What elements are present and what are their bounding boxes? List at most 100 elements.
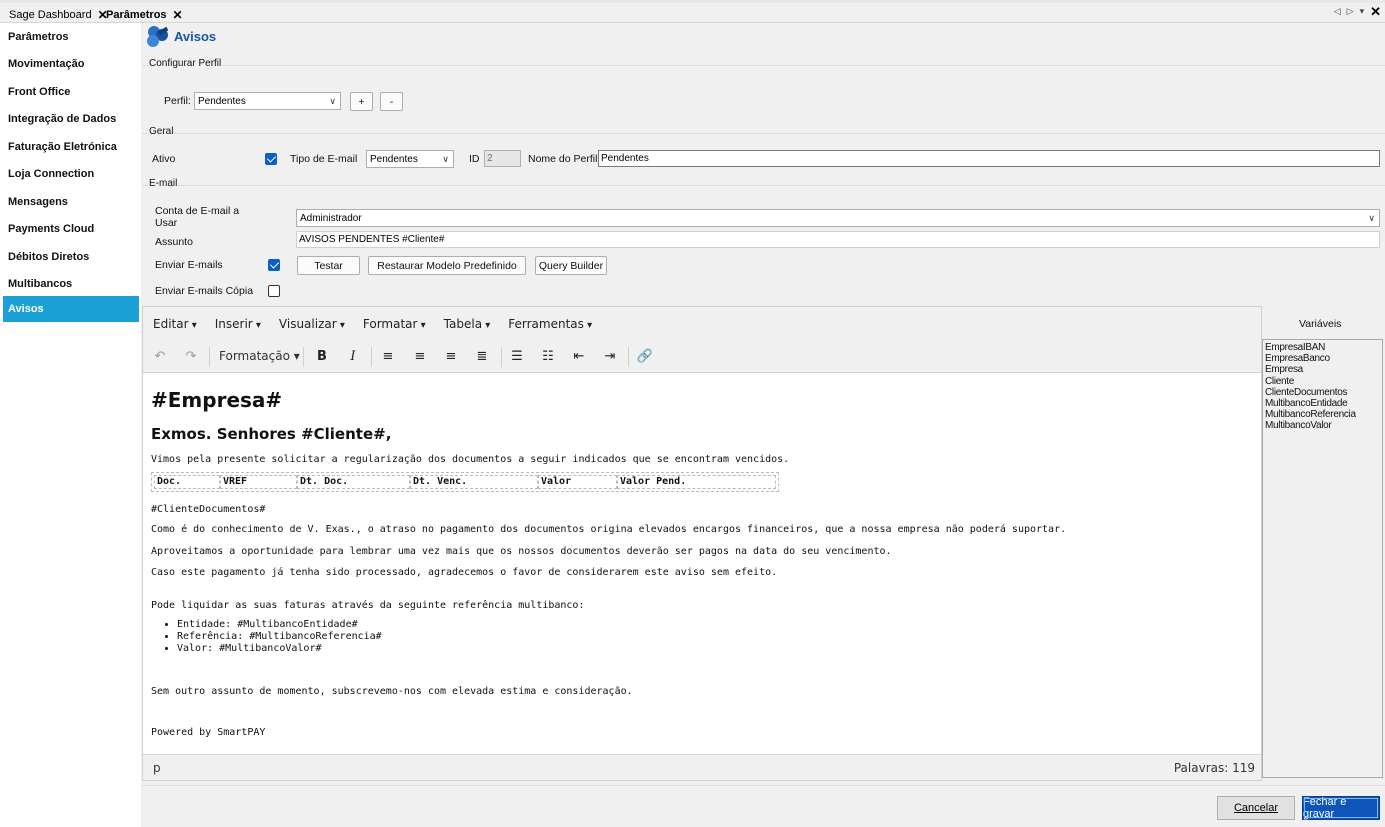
restaurar-modelo-button[interactable]: Restaurar Modelo Predefinido — [368, 256, 526, 275]
conta-email-label-line2: Usar — [155, 217, 178, 229]
enviar-copia-label: Enviar E-mails Cópia — [155, 285, 254, 297]
geral-group: Geral Ativo Tipo de E-mail Pendentes ∨ I… — [142, 126, 1385, 183]
editor-statusbar: p Palavras: 119 — [143, 754, 1261, 780]
close-icon[interactable]: ✕ — [1370, 4, 1381, 20]
sidebar-item-front-office[interactable]: Front Office — [3, 79, 139, 105]
save-and-close-button[interactable]: Fechar e gravar — [1302, 796, 1380, 820]
ativo-checkbox[interactable] — [265, 153, 277, 165]
tipo-email-select[interactable]: Pendentes ∨ — [366, 150, 454, 168]
menu-ferramentas[interactable]: Ferramentas — [508, 317, 592, 331]
email-paragraph: Aproveitamos a oportunidade para lembrar… — [151, 546, 892, 557]
chevron-down-icon: ∨ — [442, 154, 449, 164]
assunto-field[interactable]: AVISOS PENDENTES #Cliente# — [296, 231, 1380, 248]
sidebar-item-parametros[interactable]: Parâmetros — [3, 24, 139, 50]
sidebar-item-movimentacao[interactable]: Movimentação — [3, 51, 139, 77]
formatacao-label: Formatação — [219, 349, 290, 363]
email-paragraph: Caso este pagamento já tenha sido proces… — [151, 567, 778, 578]
bullet-list-icon[interactable]: ☰ — [506, 348, 528, 366]
email-group: E-mail Conta de E-mail a Usar Administra… — [142, 178, 1385, 303]
variables-title: Variáveis — [1299, 318, 1342, 330]
sidebar-item-loja-connection[interactable]: Loja Connection — [3, 161, 139, 187]
tab-controls: ◁ ▷ ▾ ✕ — [1334, 4, 1381, 20]
italic-icon[interactable]: I — [342, 348, 364, 366]
query-builder-button[interactable]: Query Builder — [535, 256, 607, 275]
word-count: Palavras: 119 — [1173, 761, 1255, 775]
email-intro: Vimos pela presente solicitar a regulari… — [151, 454, 790, 465]
group-title: Configurar Perfil — [148, 58, 223, 69]
formatacao-dropdown[interactable]: Formatação ▾ — [219, 349, 300, 363]
add-profile-button[interactable]: + — [350, 92, 373, 111]
documents-table: Doc. VREF Dt. Doc. Dt. Venc. Valor Valor… — [151, 472, 779, 492]
table-header-cell: Dt. Doc. — [297, 475, 410, 489]
variable-item[interactable]: MultibancoReferencia — [1265, 409, 1382, 420]
sidebar-item-multibancos[interactable]: Multibancos — [3, 271, 139, 297]
align-right-icon[interactable]: ≡ — [440, 348, 462, 366]
toolbar-divider — [371, 347, 372, 367]
variables-list[interactable]: EmpresaIBAN EmpresaBanco Empresa Cliente… — [1262, 339, 1383, 778]
main-panel: Avisos Configurar Perfil Perfil: Pendent… — [141, 23, 1385, 827]
nome-perfil-field[interactable]: Pendentes — [598, 150, 1380, 167]
editor-menubar: Editar Inserir Visualizar Formatar Tabel… — [143, 307, 1261, 341]
tipo-email-label: Tipo de E-mail — [290, 153, 358, 165]
variable-item[interactable]: EmpresaIBAN — [1265, 342, 1382, 353]
id-label: ID — [469, 153, 480, 165]
menu-editar[interactable]: Editar — [153, 317, 197, 331]
link-icon[interactable]: 🔗 — [634, 348, 656, 366]
variable-item[interactable]: MultibancoEntidade — [1265, 398, 1382, 409]
editor-content[interactable]: #Empresa# Exmos. Senhores #Cliente#, Vim… — [143, 374, 1261, 754]
tab-menu-chevron-down-icon[interactable]: ▾ — [1360, 6, 1365, 20]
menu-tabela[interactable]: Tabela — [444, 317, 491, 331]
group-title: Geral — [148, 126, 175, 137]
variable-item[interactable]: EmpresaBanco — [1265, 353, 1382, 364]
tab-parametros[interactable]: Parâmetros ✕ — [106, 7, 183, 23]
sidebar-item-faturacao-eletronica[interactable]: Faturação Eletrónica — [3, 134, 139, 160]
sidebar-item-avisos[interactable]: Avisos — [3, 296, 139, 322]
conta-email-label: Conta de E-mail a Usar — [155, 205, 239, 229]
bold-icon[interactable]: B — [311, 348, 333, 366]
sidebar-item-integracao-dados[interactable]: Integração de Dados — [3, 106, 139, 132]
editor-toolbar: ↶ ↷ Formatação ▾ B I ≡ ≡ ≡ ≣ ☰ ☷ ⇤ ⇥ 🔗 — [143, 341, 1261, 373]
multibanco-list: Entidade: #MultibancoEntidade# Referênci… — [177, 619, 382, 655]
scroll-left-icon[interactable]: ◁ — [1334, 6, 1341, 20]
remove-profile-button[interactable]: - — [380, 92, 403, 111]
email-paragraph: Pode liquidar as suas faturas através da… — [151, 600, 585, 611]
menu-formatar[interactable]: Formatar — [363, 317, 426, 331]
variable-item[interactable]: Cliente — [1265, 376, 1382, 387]
tab-sage-dashboard[interactable]: Sage Dashboard ✕ — [9, 7, 108, 23]
indent-icon[interactable]: ⇥ — [599, 348, 621, 366]
align-center-icon[interactable]: ≡ — [409, 348, 431, 366]
redo-icon[interactable]: ↷ — [180, 348, 202, 366]
undo-icon[interactable]: ↶ — [149, 348, 171, 366]
testar-button[interactable]: Testar — [297, 256, 360, 275]
perfil-value: Pendentes — [198, 95, 246, 107]
enviar-copia-checkbox[interactable] — [268, 285, 280, 297]
email-closing: Sem outro assunto de momento, subscrevem… — [151, 686, 633, 697]
table-header-cell: Valor — [538, 475, 617, 489]
align-justify-icon[interactable]: ≣ — [471, 348, 493, 366]
perfil-select[interactable]: Pendentes ∨ — [194, 92, 341, 110]
variable-item[interactable]: Empresa — [1265, 364, 1382, 375]
table-header-cell: VREF — [220, 475, 297, 489]
email-powered-by: Powered by SmartPAY — [151, 727, 266, 738]
scroll-right-icon[interactable]: ▷ — [1347, 6, 1354, 20]
enviar-emails-checkbox[interactable] — [268, 259, 280, 271]
outdent-icon[interactable]: ⇤ — [568, 348, 590, 366]
chevron-down-icon: ∨ — [329, 96, 336, 106]
menu-visualizar[interactable]: Visualizar — [279, 317, 345, 331]
conta-email-select[interactable]: Administrador ∨ — [296, 209, 1380, 227]
enviar-emails-label: Enviar E-mails — [155, 259, 223, 271]
sidebar-item-payments-cloud[interactable]: Payments Cloud — [3, 216, 139, 242]
page-title: Avisos — [174, 29, 217, 44]
cancel-button[interactable]: Cancelar — [1217, 796, 1295, 820]
app-window: Sage Dashboard ✕ Parâmetros ✕ ◁ ▷ ▾ ✕ Pa… — [0, 0, 1385, 827]
variable-item[interactable]: ClienteDocumentos — [1265, 387, 1382, 398]
table-header-cell: Valor Pend. — [617, 475, 776, 489]
align-left-icon[interactable]: ≡ — [377, 348, 399, 366]
sidebar-item-debitos-diretos[interactable]: Débitos Diretos — [3, 244, 139, 270]
variable-item[interactable]: MultibancoValor — [1265, 420, 1382, 431]
menu-inserir[interactable]: Inserir — [215, 317, 261, 331]
close-icon[interactable]: ✕ — [173, 8, 183, 22]
sidebar-item-mensagens[interactable]: Mensagens — [3, 189, 139, 215]
email-editor: Editar Inserir Visualizar Formatar Tabel… — [142, 306, 1262, 781]
numbered-list-icon[interactable]: ☷ — [537, 348, 559, 366]
